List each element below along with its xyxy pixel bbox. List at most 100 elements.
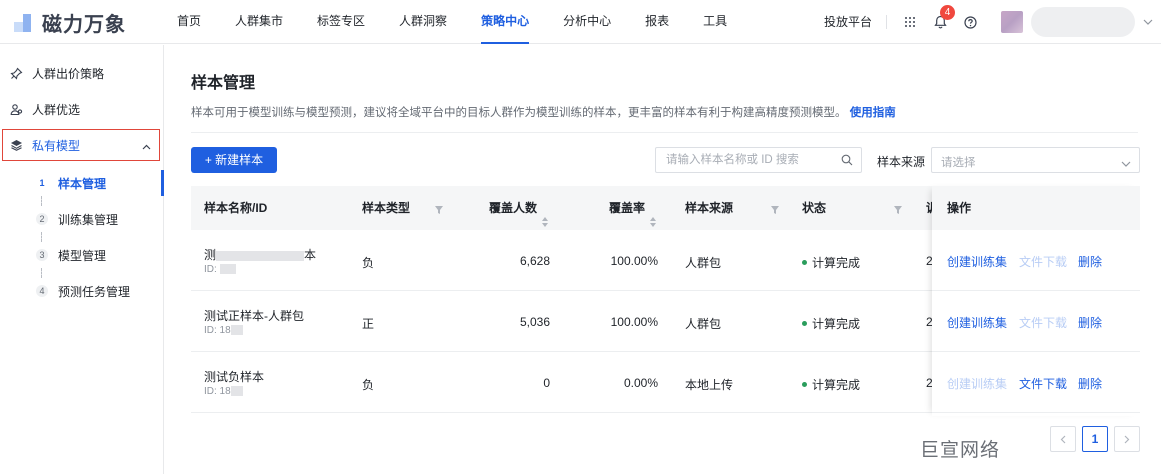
status: 计算完成: [802, 376, 860, 393]
status: 计算完成: [802, 315, 860, 332]
filter-icon[interactable]: [771, 203, 779, 217]
new-sample-button[interactable]: + 新建样本: [191, 147, 277, 173]
sub-item-label: 预测任务管理: [58, 284, 131, 299]
sample-source: 人群包: [685, 256, 722, 270]
prev-page-button[interactable]: [1050, 426, 1076, 452]
sample-type: 负: [362, 256, 375, 270]
apps-grid-icon[interactable]: [901, 13, 919, 31]
step-number: 2: [36, 213, 48, 225]
logo-mark-icon: [14, 12, 40, 32]
search-icon[interactable]: [841, 154, 853, 169]
sidebar-sub-model-management[interactable]: 3 模型管理: [0, 242, 164, 268]
sidebar-sub-sample-management[interactable]: 1 样本管理: [0, 170, 164, 196]
user-name-box[interactable]: [1031, 7, 1135, 37]
page-description: 样本可用于模型训练与模型预测，建议将全域平台中的目标人群作为模型训练的样本，更丰…: [191, 104, 896, 120]
sidebar-item-label: 人群出价策略: [32, 66, 105, 81]
help-icon[interactable]: [961, 13, 979, 31]
operations-row: 创建训练集 文件下载 删除: [932, 230, 1140, 291]
sidebar-item-label: 人群优选: [32, 102, 81, 117]
sub-item-label: 训练集管理: [58, 212, 119, 227]
nav-audience-market[interactable]: 人群集市: [218, 0, 300, 44]
sidebar-item-bid-strategy[interactable]: 人群出价策略: [0, 55, 164, 91]
main-nav: 首页 人群集市 标签专区 人群洞察 策略中心 分析中心 报表 工具: [160, 0, 744, 44]
sample-name[interactable]: 测试负样本: [204, 368, 264, 385]
coverage-rate: 100.00%: [610, 315, 658, 329]
sidebar-sub-training-set[interactable]: 2 训练集管理: [0, 206, 164, 232]
divider: [191, 132, 1138, 133]
col-coverage-count[interactable]: 覆盖人数: [489, 186, 549, 230]
sample-source: 本地上传: [685, 378, 734, 392]
sample-type: 正: [362, 317, 375, 331]
sample-name[interactable]: 测本: [204, 246, 316, 263]
header-right: 投放平台 4: [824, 0, 1161, 44]
file-download-link: 文件下载: [1019, 255, 1068, 269]
sample-type: 负: [362, 378, 375, 392]
filter-icon[interactable]: [435, 203, 443, 217]
coverage-count: 5,036: [519, 315, 550, 329]
sample-id: ID: 18: [204, 325, 243, 336]
masked-text: [216, 250, 305, 261]
top-header: 磁力万象 首页 人群集市 标签专区 人群洞察 策略中心 分析中心 报表 工具 投…: [0, 0, 1161, 44]
sidebar: 人群出价策略 人群优选 私有模型 1 样本管理 2 训练集管理 3 模型管理 4…: [0, 45, 164, 474]
nav-audience-insight[interactable]: 人群洞察: [382, 0, 464, 44]
sample-id: ID: 18: [204, 386, 243, 397]
step-number: 3: [36, 249, 48, 261]
col-operations: 操作: [932, 186, 1140, 230]
status-dot-icon: [802, 382, 807, 388]
masked-text: [219, 264, 236, 275]
sort-icon[interactable]: [649, 202, 657, 227]
coverage-rate: 100.00%: [610, 254, 658, 268]
search-box: [655, 147, 862, 173]
delete-link[interactable]: 删除: [1078, 253, 1102, 270]
create-training-set-link: 创建训练集: [947, 377, 1008, 391]
layers-icon: [9, 138, 23, 152]
delete-link[interactable]: 删除: [1078, 375, 1102, 392]
delete-link[interactable]: 删除: [1078, 314, 1102, 331]
status-dot-icon: [802, 321, 807, 327]
filter-icon[interactable]: [894, 203, 902, 217]
sidebar-group-private-model[interactable]: 私有模型: [2, 129, 160, 161]
sidebar-item-audience-optimize[interactable]: 人群优选: [0, 91, 164, 127]
main-content: 样本管理 样本可用于模型训练与模型预测，建议将全域平台中的目标人群作为模型训练的…: [165, 45, 1161, 474]
create-training-set-link[interactable]: 创建训练集: [947, 253, 1007, 270]
sort-icon[interactable]: [541, 202, 549, 227]
nav-tools[interactable]: 工具: [686, 0, 744, 44]
file-download-link: 文件下载: [1019, 316, 1068, 330]
sidebar-sub-prediction-tasks[interactable]: 4 预测任务管理: [0, 278, 164, 304]
masked-text: [230, 386, 243, 397]
bell-icon[interactable]: 4: [931, 5, 955, 31]
user-avatar[interactable]: [1001, 11, 1023, 33]
sample-table: 样本名称/ID 样本类型 覆盖人数 覆盖率 样本来源 状态 训 测本: [191, 186, 1140, 416]
page-number-current[interactable]: 1: [1082, 426, 1108, 452]
search-input[interactable]: [656, 148, 831, 172]
logo[interactable]: 磁力万象: [14, 9, 126, 36]
sample-name-suffix: 本: [304, 248, 317, 262]
step-connector: [41, 232, 42, 242]
source-select[interactable]: 请选择: [931, 147, 1140, 173]
operations-row: 创建训练集 文件下载 删除: [932, 291, 1140, 352]
create-training-set-link[interactable]: 创建训练集: [947, 314, 1007, 331]
sample-id: ID:: [204, 264, 236, 275]
nav-analysis-center[interactable]: 分析中心: [546, 0, 628, 44]
col-name: 样本名称/ID: [204, 201, 268, 215]
masked-text: [230, 325, 243, 336]
pin-icon: [9, 66, 23, 80]
users-icon: [9, 102, 23, 116]
nav-home[interactable]: 首页: [160, 0, 218, 44]
source-filter-label: 样本来源: [877, 155, 926, 169]
sample-name[interactable]: 测试正样本-人群包: [204, 307, 304, 324]
chevron-down-icon[interactable]: [1135, 19, 1161, 25]
logo-text: 磁力万象: [42, 13, 126, 36]
col-coverage-rate[interactable]: 覆盖率: [609, 186, 657, 230]
guide-link[interactable]: 使用指南: [850, 107, 896, 119]
chevron-up-icon[interactable]: [142, 139, 151, 153]
next-page-button[interactable]: [1114, 426, 1140, 452]
nav-tag-zone[interactable]: 标签专区: [300, 0, 382, 44]
ad-platform-link[interactable]: 投放平台: [824, 15, 887, 29]
file-download-link[interactable]: 文件下载: [1019, 375, 1067, 392]
col-source: 样本来源: [685, 201, 734, 215]
nav-reports[interactable]: 报表: [628, 0, 686, 44]
page-title: 样本管理: [191, 75, 256, 92]
nav-strategy-center[interactable]: 策略中心: [464, 0, 546, 44]
coverage-count: 0: [543, 376, 550, 390]
